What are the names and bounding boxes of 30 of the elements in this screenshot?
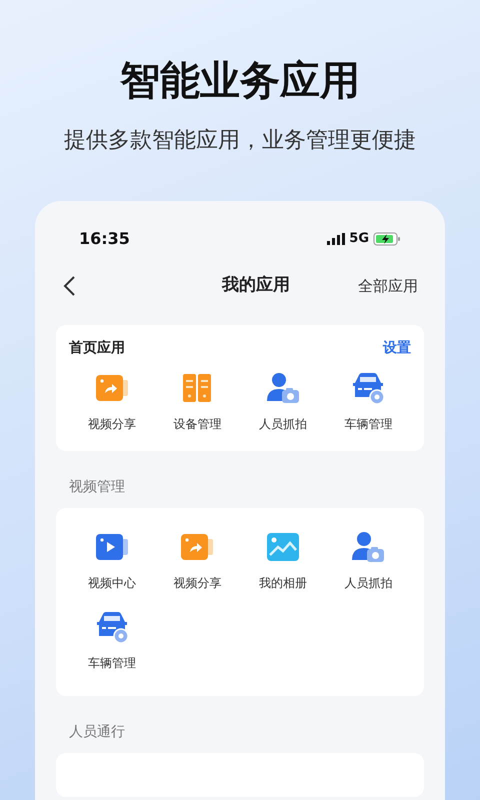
app-tile[interactable]: 视频分享	[69, 368, 154, 432]
app-tile[interactable]: 人员抓拍	[326, 528, 411, 592]
page-title: 我的应用	[222, 274, 290, 297]
car-gear-icon	[350, 370, 386, 404]
app-tile[interactable]: 设备管理	[154, 368, 240, 432]
all-apps-link[interactable]: 全部应用	[358, 274, 418, 297]
battery-charging-icon	[373, 232, 401, 246]
headline: 智能业务应用	[118, 57, 361, 106]
server-icon	[181, 372, 214, 404]
section-title: 人员通行	[68, 722, 126, 742]
app-tile[interactable]: 车辆管理	[326, 368, 411, 432]
video-play-icon	[94, 532, 130, 562]
section-title: 视频管理	[68, 478, 126, 496]
app-tile[interactable]: 视频分享	[154, 528, 240, 592]
app-tile[interactable]: 车辆管理	[69, 608, 154, 672]
settings-link[interactable]: 设置	[383, 338, 411, 358]
back-icon[interactable]	[62, 274, 76, 297]
video-share-icon	[179, 532, 216, 562]
person-camera-icon	[350, 530, 386, 564]
card-title: 首页应用	[69, 338, 125, 358]
subtitle: 提供多款智能应用，业务管理更便捷	[63, 127, 417, 155]
network-label: 5G	[349, 230, 369, 248]
app-tile[interactable]: 我的相册	[240, 528, 326, 592]
app-tile[interactable]: 视频中心	[69, 528, 154, 592]
app-tile[interactable]: 人员抓拍	[240, 368, 326, 432]
status-time: 16:35	[79, 228, 130, 250]
image-icon	[266, 532, 300, 562]
signal-icon	[327, 233, 346, 245]
video-share-icon	[94, 372, 130, 402]
person-camera-icon	[264, 370, 301, 404]
